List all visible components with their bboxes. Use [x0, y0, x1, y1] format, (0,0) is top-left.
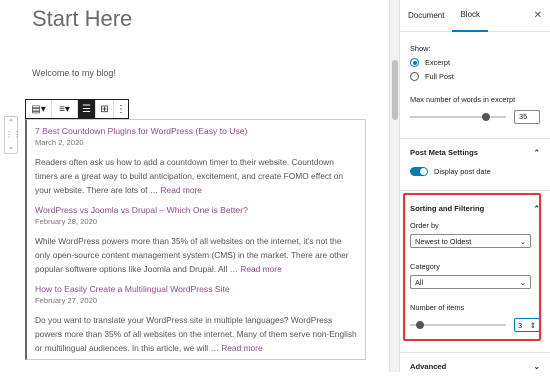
- post-date: March 2, 2020: [35, 138, 84, 147]
- display-post-date-toggle[interactable]: Display post date: [400, 167, 550, 176]
- close-icon[interactable]: ✕: [534, 10, 542, 21]
- read-more-link[interactable]: Read more: [221, 343, 262, 353]
- post-title-link[interactable]: How to Easily Create a Multilingual Word…: [35, 284, 357, 294]
- block-mover: ⌃ ⋮⋮ ⌄: [4, 116, 21, 154]
- number-of-items-label: Number of items: [410, 303, 465, 312]
- tab-document[interactable]: Document: [400, 0, 452, 32]
- advanced-panel-header[interactable]: Advanced ⌄: [400, 353, 550, 379]
- slider-handle[interactable]: [482, 113, 490, 121]
- welcome-paragraph[interactable]: Welcome to my blog!: [32, 68, 116, 78]
- post-meta-panel-header[interactable]: Post Meta Settings ⌃: [400, 139, 550, 165]
- list-view-button[interactable]: ☰: [78, 100, 96, 118]
- max-words-input[interactable]: 35: [514, 110, 540, 124]
- radio-full-post[interactable]: Full Post: [410, 72, 540, 81]
- display-settings: Show: Excerpt Full Post Max number of wo…: [400, 32, 550, 124]
- chevron-down-icon: ⌄: [519, 236, 526, 246]
- align-button[interactable]: ≡▾: [52, 100, 78, 118]
- sidebar-tabs: Document Block ✕: [400, 0, 550, 32]
- settings-sidebar: Document Block ✕ Show: Excerpt Full Post…: [399, 0, 550, 372]
- radio-unchecked-icon: [410, 72, 419, 81]
- radio-checked-icon: [410, 58, 419, 67]
- category-select[interactable]: All ⌄: [410, 275, 531, 289]
- scrollbar-thumb[interactable]: [392, 60, 398, 120]
- toggle-on-icon[interactable]: [410, 167, 428, 176]
- spinner-icon: ⇕: [529, 320, 536, 330]
- post-item: How to Easily Create a Multilingual Word…: [35, 284, 357, 355]
- max-words-slider[interactable]: [410, 113, 506, 121]
- sorting-settings: Order by Newest to Oldest ⌄ Category All ⌄…: [400, 221, 550, 332]
- category-label: Category: [410, 262, 440, 271]
- post-excerpt: Do you want to translate your WordPress …: [35, 315, 357, 353]
- sorting-panel-header[interactable]: Sorting and Filtering ⌃: [400, 195, 550, 221]
- more-options-button[interactable]: ⋮: [114, 100, 128, 118]
- drag-handle-icon[interactable]: ⋮⋮: [5, 129, 21, 141]
- chevron-up-icon: ⌃: [533, 147, 540, 157]
- read-more-link[interactable]: Read more: [240, 264, 281, 274]
- chevron-down-icon: ⌄: [533, 361, 540, 371]
- max-words-range: 35: [410, 110, 540, 124]
- slider-handle[interactable]: [416, 321, 424, 329]
- post-excerpt: While WordPress powers more than 35% of …: [35, 236, 349, 274]
- block-toolbar: ▤▾ ≡▾ ☰ ⊞ ⋮: [25, 99, 129, 119]
- latest-posts-block[interactable]: 7 Best Countdown Plugins for WordPress (…: [25, 119, 366, 360]
- read-more-link[interactable]: Read more: [161, 185, 202, 195]
- max-words-label: Max number of words in excerpt: [410, 95, 516, 104]
- move-down-icon[interactable]: ⌄: [5, 141, 17, 153]
- page-title[interactable]: Start Here: [32, 6, 132, 32]
- post-date: February 28, 2020: [35, 217, 98, 226]
- post-excerpt: Readers often ask us how to add a countd…: [35, 157, 344, 195]
- block-type-button[interactable]: ▤▾: [26, 100, 52, 118]
- show-label: Show:: [410, 44, 431, 53]
- tab-block[interactable]: Block: [452, 0, 489, 32]
- post-title-link[interactable]: WordPress vs Joomla vs Drupal – Which On…: [35, 205, 357, 215]
- radio-excerpt[interactable]: Excerpt: [410, 58, 540, 67]
- post-item: WordPress vs Joomla vs Drupal – Which On…: [35, 205, 357, 276]
- number-of-items-input[interactable]: 3 ⇕: [514, 318, 540, 332]
- post-title-link[interactable]: 7 Best Countdown Plugins for WordPress (…: [35, 126, 357, 136]
- editor-scrollbar[interactable]: [389, 0, 399, 372]
- chevron-down-icon: ⌄: [519, 277, 526, 287]
- post-item: 7 Best Countdown Plugins for WordPress (…: [35, 126, 357, 197]
- chevron-up-icon: ⌃: [533, 203, 540, 213]
- editor-canvas: Start Here Welcome to my blog! ⌃ ⋮⋮ ⌄ ▤▾…: [0, 0, 390, 372]
- number-of-items-slider[interactable]: [410, 321, 506, 329]
- grid-view-button[interactable]: ⊞: [96, 100, 114, 118]
- move-up-icon[interactable]: ⌃: [5, 117, 17, 129]
- post-date: February 27, 2020: [35, 296, 98, 305]
- order-by-select[interactable]: Newest to Oldest ⌄: [410, 234, 531, 248]
- number-of-items-range: 3 ⇕: [410, 318, 540, 332]
- order-by-label: Order by: [410, 221, 439, 230]
